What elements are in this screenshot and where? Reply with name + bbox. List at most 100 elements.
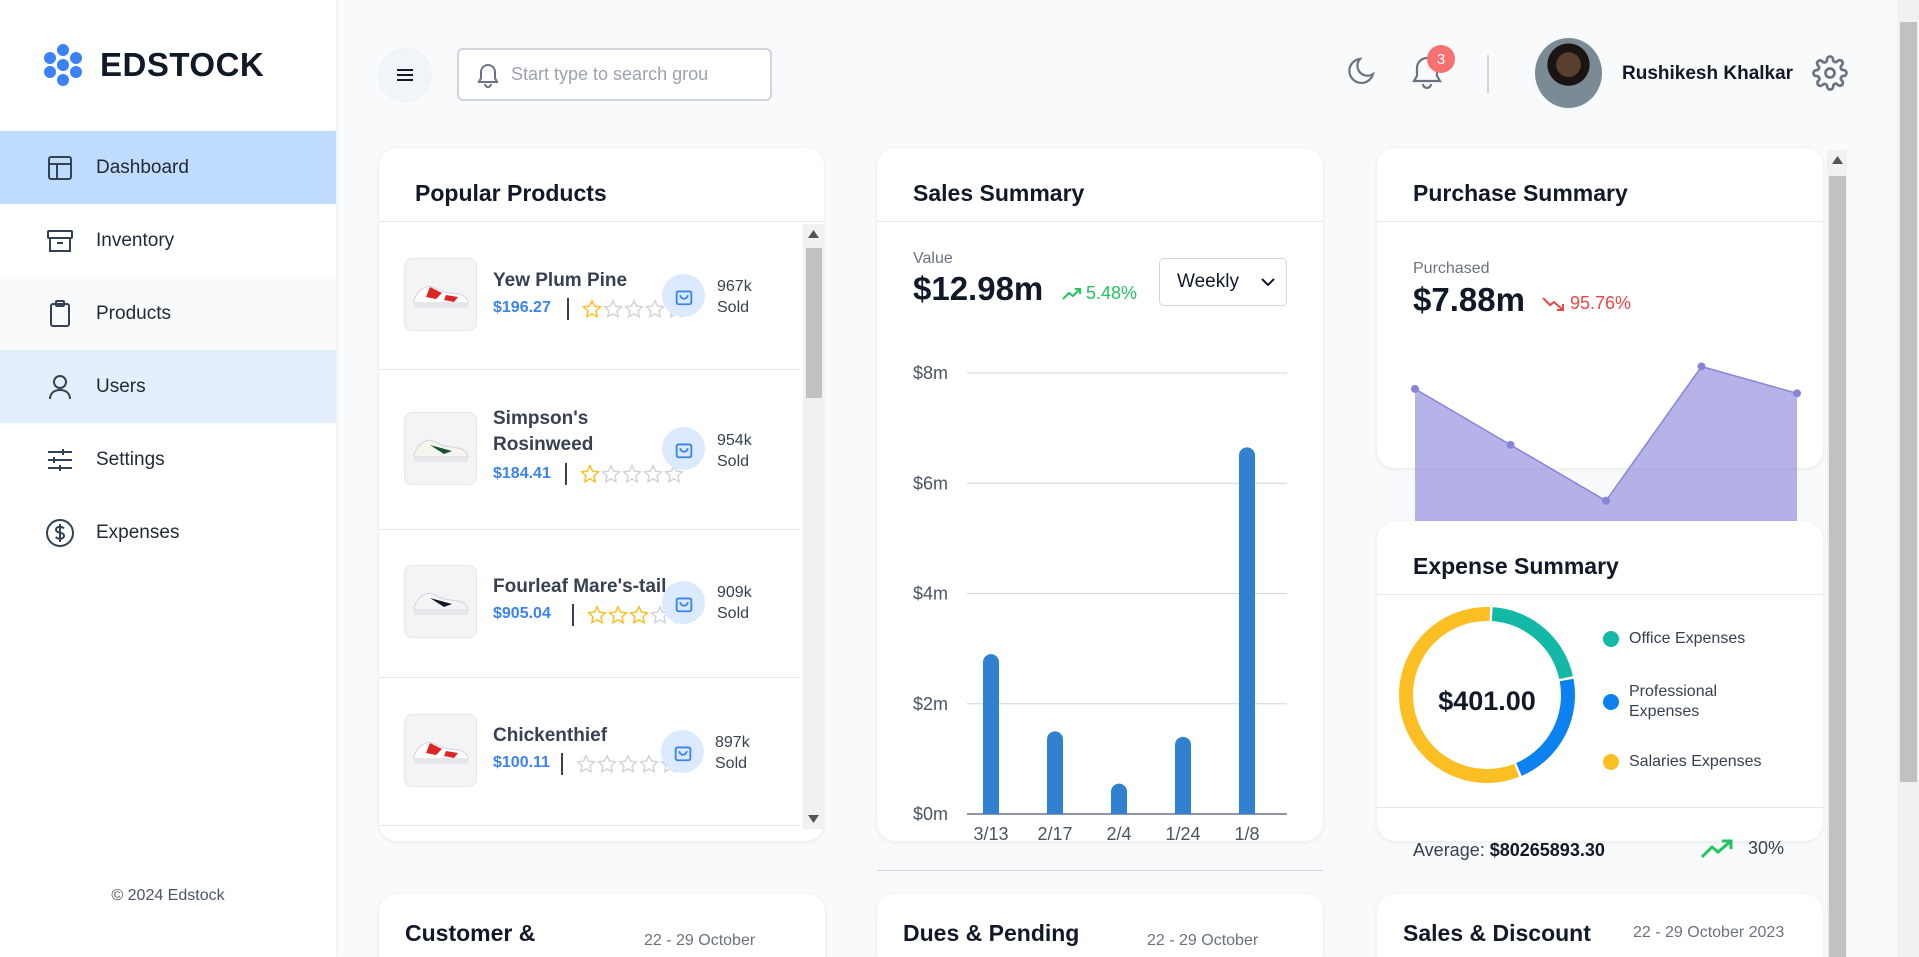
product-list: Yew Plum Pine $196.27 967k Sold Simpson's… bbox=[379, 222, 800, 833]
sold-info: 967k Sold bbox=[717, 276, 752, 318]
purchased-change: 95.76% bbox=[1542, 293, 1631, 314]
sold-count: 954k bbox=[717, 432, 752, 449]
sneaker-icon bbox=[413, 438, 469, 462]
scrollbar-thumb[interactable] bbox=[806, 248, 822, 398]
expense-summary-card: Expense Summary $401.00 Office Expenses … bbox=[1377, 521, 1823, 841]
star-empty-icon bbox=[622, 464, 642, 484]
y-tick-label: $8m bbox=[913, 363, 948, 383]
area-point[interactable] bbox=[1602, 496, 1610, 505]
product-list-scrollbar[interactable] bbox=[803, 224, 824, 829]
average-label: Average: bbox=[1413, 840, 1485, 860]
moon-icon[interactable] bbox=[1345, 52, 1381, 88]
sold-info: 897k Sold bbox=[715, 732, 750, 774]
username[interactable]: Rushikesh Khalkar bbox=[1622, 63, 1793, 85]
separator bbox=[567, 298, 569, 320]
bar[interactable] bbox=[1047, 731, 1063, 814]
star-filled-icon bbox=[582, 299, 602, 319]
scroll-up-icon[interactable] bbox=[808, 230, 819, 238]
sidebar-nav: Dashboard Inventory Products Users Setti… bbox=[0, 131, 336, 569]
list-item[interactable]: Chickenthief $100.11 897k Sold bbox=[379, 678, 800, 826]
sneaker-icon bbox=[413, 284, 469, 308]
search-bar bbox=[457, 48, 772, 101]
scroll-up-icon[interactable] bbox=[1832, 156, 1843, 164]
card-title: Expense Summary bbox=[1413, 553, 1619, 579]
sidebar-item-users[interactable]: Users bbox=[0, 350, 336, 423]
area-point[interactable] bbox=[1793, 389, 1801, 398]
clipboard-icon bbox=[50, 299, 70, 327]
chevron-down-icon bbox=[1261, 277, 1275, 286]
sold-info: 954k Sold bbox=[717, 430, 752, 472]
area-point[interactable] bbox=[1506, 440, 1515, 449]
legend-dot bbox=[1603, 754, 1619, 770]
cart-button[interactable] bbox=[662, 427, 705, 470]
bar-base bbox=[1239, 804, 1255, 814]
sidebar-item-label: Dashboard bbox=[96, 156, 189, 178]
cart-button[interactable] bbox=[662, 581, 705, 624]
expense-average: Average: $80265893.30 bbox=[1413, 840, 1605, 861]
list-item[interactable]: Simpson's Rosinweed $184.41 954k Sold bbox=[379, 370, 800, 530]
cart-button[interactable] bbox=[662, 274, 705, 317]
card-title: Sales Summary bbox=[913, 180, 1085, 206]
star-empty-icon bbox=[597, 754, 617, 774]
sidebar-item-dashboard[interactable]: Dashboard bbox=[0, 131, 336, 204]
sales-summary-card: Sales Summary Value $12.98m 5.48% Weekly… bbox=[877, 148, 1323, 841]
date-range: 22 - 29 October bbox=[644, 932, 756, 949]
sidebar-item-expenses[interactable]: Expenses bbox=[0, 496, 336, 569]
area-point[interactable] bbox=[1697, 362, 1706, 371]
y-tick-label: $0m bbox=[913, 804, 948, 824]
area-point[interactable] bbox=[1411, 384, 1419, 393]
shopping-bag-icon bbox=[675, 290, 692, 305]
layout-icon bbox=[48, 155, 72, 180]
product-name: Simpson's Rosinweed bbox=[493, 408, 594, 455]
bar[interactable] bbox=[983, 654, 999, 814]
x-tick-label: 2/17 bbox=[1037, 824, 1072, 841]
period-select[interactable]: Weekly bbox=[1159, 258, 1287, 306]
separator bbox=[565, 463, 567, 485]
purchase-area-chart bbox=[1411, 362, 1801, 528]
dashboard-scrollbar[interactable] bbox=[1827, 150, 1847, 957]
scrollbar-thumb[interactable] bbox=[1829, 176, 1846, 957]
sidebar-item-products[interactable]: Products bbox=[0, 277, 336, 350]
logo[interactable]: EDSTOCK bbox=[40, 42, 264, 88]
legend-label: Office Expenses bbox=[1629, 630, 1746, 647]
list-item[interactable]: Fourleaf Mare's-tail $905.04 909k Sold bbox=[379, 530, 800, 678]
sold-label: Sold bbox=[715, 755, 748, 772]
product-name: Chickenthief bbox=[493, 725, 608, 746]
cart-button[interactable] bbox=[661, 730, 704, 773]
legend-item-office: Office Expenses bbox=[1603, 629, 1803, 649]
average-value: $80265893.30 bbox=[1489, 840, 1605, 860]
sales-discount-card: Sales & Discount 22 - 29 October 2023 bbox=[1377, 894, 1823, 957]
star-filled-icon bbox=[629, 605, 649, 625]
page-scrollbar[interactable] bbox=[1897, 0, 1919, 957]
bar[interactable] bbox=[1175, 736, 1191, 814]
sneaker-icon bbox=[413, 591, 469, 615]
separator bbox=[572, 604, 574, 626]
hamburger-icon bbox=[397, 69, 413, 81]
product-image bbox=[404, 258, 477, 331]
scroll-down-icon[interactable] bbox=[808, 815, 819, 823]
star-empty-icon bbox=[624, 299, 644, 319]
sidebar-item-settings[interactable]: Settings bbox=[0, 423, 336, 496]
gear-icon[interactable] bbox=[1812, 55, 1848, 91]
rating-stars bbox=[580, 464, 684, 484]
star-empty-icon bbox=[601, 464, 621, 484]
bar-base bbox=[1175, 804, 1191, 814]
scrollbar-thumb[interactable] bbox=[1900, 22, 1917, 782]
trend-value: 30% bbox=[1748, 838, 1785, 858]
logo-icon bbox=[44, 44, 82, 86]
sold-info: 909k Sold bbox=[717, 582, 752, 624]
search-input[interactable] bbox=[511, 64, 741, 85]
list-item[interactable]: Yew Plum Pine $196.27 967k Sold bbox=[379, 222, 800, 370]
donut-slice[interactable] bbox=[1491, 607, 1573, 680]
expense-total: $401.00 bbox=[1438, 686, 1536, 716]
legend-item-salaries: Salaries Expenses bbox=[1603, 752, 1803, 772]
product-price: $196.27 bbox=[493, 299, 551, 316]
bar[interactable] bbox=[1239, 447, 1255, 814]
app-name: EDSTOCK bbox=[100, 46, 265, 83]
card-title: Sales & Discount bbox=[1403, 920, 1591, 946]
star-empty-icon bbox=[603, 299, 623, 319]
sidebar-item-inventory[interactable]: Inventory bbox=[0, 204, 336, 277]
avatar[interactable] bbox=[1535, 38, 1602, 108]
bar-base bbox=[1111, 804, 1127, 814]
menu-toggle-button[interactable] bbox=[378, 48, 432, 102]
